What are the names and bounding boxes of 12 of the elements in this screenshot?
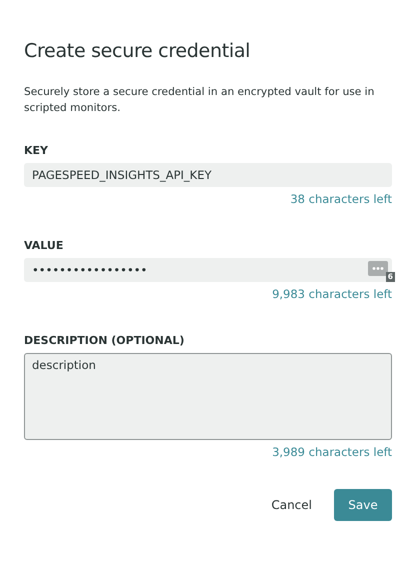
description-field[interactable]: description bbox=[24, 353, 392, 440]
field-label: KEY bbox=[24, 144, 50, 157]
dialog-description: Securely store a secure credential in an encrypted vault for use in scripted monitors. bbox=[24, 85, 376, 116]
character-counter: 9,983 characters left bbox=[272, 287, 392, 301]
save-button[interactable]: Save bbox=[334, 489, 392, 521]
field-label: DESCRIPTION (OPTIONAL) bbox=[24, 334, 186, 347]
field-label: VALUE bbox=[24, 239, 64, 252]
cancel-button[interactable]: Cancel bbox=[267, 489, 316, 521]
character-counter: 3,989 characters left bbox=[272, 445, 392, 459]
character-counter: 38 characters left bbox=[290, 192, 392, 206]
dialog-title: Create secure credential bbox=[24, 40, 252, 62]
key-field[interactable]: PAGESPEED_INSIGHTS_API_KEY bbox=[24, 163, 392, 187]
